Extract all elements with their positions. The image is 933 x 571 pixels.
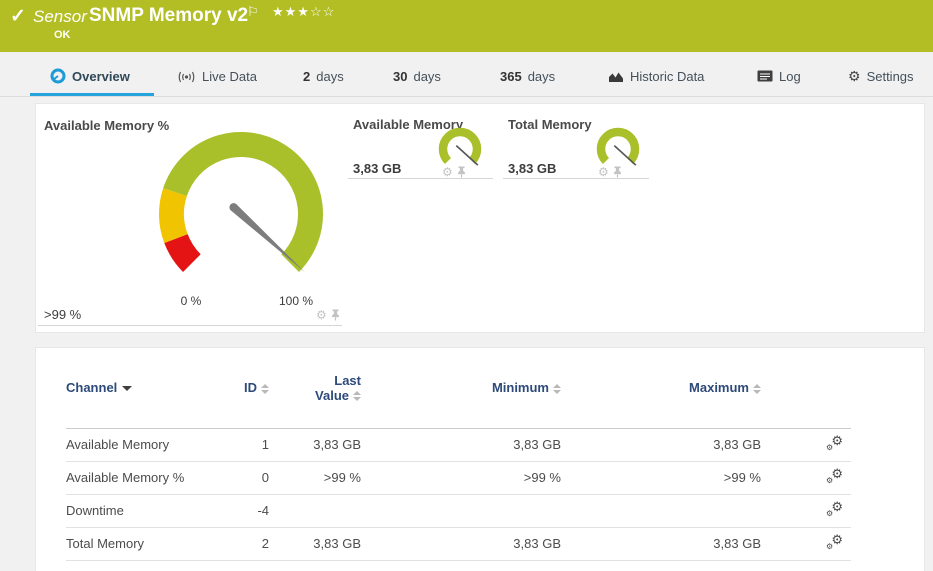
channel-minimum: >99 % — [361, 461, 561, 494]
column-header-last-value[interactable]: Last Value — [269, 348, 361, 428]
sensor-header: ✓ Sensor SNMP Memory v2 ⚐ ★★★☆☆ OK — [0, 0, 933, 52]
channel-settings-gears-icon[interactable]: ⚙⚙ — [826, 468, 843, 484]
tab-365-days[interactable]: 365 days — [500, 66, 555, 86]
tab-label: Settings — [867, 69, 914, 84]
channel-minimum: 3,83 GB — [361, 527, 561, 560]
tab-30-days[interactable]: 30 days — [393, 66, 441, 86]
channel-settings-gears-icon[interactable]: ⚙⚙ — [826, 435, 843, 451]
tab-settings[interactable]: ⚙ Settings — [848, 66, 914, 86]
sort-arrows-icon — [261, 384, 269, 394]
tab-day-count: 2 — [303, 69, 310, 84]
channel-minimum: 3,83 GB — [361, 428, 561, 461]
tab-label: days — [413, 69, 440, 84]
sort-caret-down-icon — [122, 386, 132, 391]
channel-maximum: >99 % — [561, 461, 761, 494]
tab-label: Historic Data — [630, 69, 704, 84]
cell-divider — [38, 104, 342, 326]
channel-id: -4 — [204, 494, 269, 527]
column-header-minimum[interactable]: Minimum — [361, 348, 561, 428]
status-ok-check-icon: ✓ — [10, 5, 26, 28]
sensor-status-badge: OK — [54, 29, 71, 41]
overview-gauges-panel: Available Memory % 0 % 100 % >99 % ⚙ — [35, 103, 925, 333]
column-label: Minimum — [492, 380, 549, 395]
sensor-title: SNMP Memory v2 — [89, 5, 248, 27]
channel-table: Channel ID Last Value Minimum Maximum — [66, 348, 851, 561]
channel-maximum — [561, 494, 761, 527]
tab-day-count: 30 — [393, 69, 407, 84]
channel-name: Total Memory — [66, 527, 204, 560]
priority-stars[interactable]: ★★★☆☆ — [272, 4, 335, 20]
priority-flag-icon[interactable]: ⚐ — [247, 4, 259, 20]
column-label: Channel — [66, 380, 117, 395]
channel-name: Downtime — [66, 494, 204, 527]
channel-last-value: 3,83 GB — [269, 428, 361, 461]
channel-table-panel: Channel ID Last Value Minimum Maximum — [35, 347, 925, 571]
gear-icon: ⚙ — [848, 68, 861, 85]
channel-last-value: 3,83 GB — [269, 527, 361, 560]
sort-arrows-icon — [553, 384, 561, 394]
channel-id: 2 — [204, 527, 269, 560]
column-label: Maximum — [689, 380, 749, 395]
cell-divider — [348, 104, 493, 179]
tab-label: Overview — [72, 69, 130, 84]
tab-live-data[interactable]: Live Data — [177, 66, 257, 86]
column-header-id[interactable]: ID — [204, 348, 269, 428]
tab-2-days[interactable]: 2 days — [303, 66, 344, 86]
prtg-sensor-page: ✓ Sensor SNMP Memory v2 ⚐ ★★★☆☆ OK Overv… — [0, 0, 933, 571]
channel-settings-gears-icon[interactable]: ⚙⚙ — [826, 501, 843, 517]
broadcast-icon — [177, 70, 196, 83]
table-row: Available Memory 1 3,83 GB 3,83 GB 3,83 … — [66, 428, 851, 461]
tab-overview[interactable]: Overview — [50, 66, 130, 86]
active-tab-underline — [30, 93, 154, 96]
channel-id: 1 — [204, 428, 269, 461]
tab-bar: Overview Live Data 2 days 30 days 365 da… — [0, 52, 933, 97]
column-header-settings — [761, 348, 851, 428]
tab-label: days — [316, 69, 343, 84]
tab-label: Log — [779, 69, 801, 84]
table-row: Available Memory % 0 >99 % >99 % >99 % ⚙… — [66, 461, 851, 494]
sensor-kind-label: Sensor — [33, 7, 87, 27]
area-chart-icon — [608, 70, 624, 83]
column-label: Value — [315, 388, 349, 403]
tab-day-count: 365 — [500, 69, 522, 84]
tab-log[interactable]: Log — [757, 66, 801, 86]
column-label: ID — [244, 380, 257, 395]
channel-settings-gears-icon[interactable]: ⚙⚙ — [826, 534, 843, 550]
channel-last-value: >99 % — [269, 461, 361, 494]
column-label: Last — [334, 373, 361, 388]
column-header-channel[interactable]: Channel — [66, 348, 204, 428]
tab-label: Live Data — [202, 69, 257, 84]
log-list-icon — [757, 70, 773, 82]
channel-maximum: 3,83 GB — [561, 527, 761, 560]
channel-maximum: 3,83 GB — [561, 428, 761, 461]
column-header-maximum[interactable]: Maximum — [561, 348, 761, 428]
table-header-row: Channel ID Last Value Minimum Maximum — [66, 348, 851, 428]
channel-id: 0 — [204, 461, 269, 494]
channel-minimum — [361, 494, 561, 527]
sort-arrows-icon — [353, 391, 361, 401]
cell-divider — [503, 104, 649, 179]
channel-name: Available Memory — [66, 428, 204, 461]
table-row: Downtime -4 ⚙⚙ — [66, 494, 851, 527]
tab-historic-data[interactable]: Historic Data — [608, 66, 704, 86]
gauge-icon — [50, 68, 66, 84]
table-row: Total Memory 2 3,83 GB 3,83 GB 3,83 GB ⚙… — [66, 527, 851, 560]
channel-last-value — [269, 494, 361, 527]
channel-name: Available Memory % — [66, 461, 204, 494]
sort-arrows-icon — [753, 384, 761, 394]
tab-label: days — [528, 69, 555, 84]
